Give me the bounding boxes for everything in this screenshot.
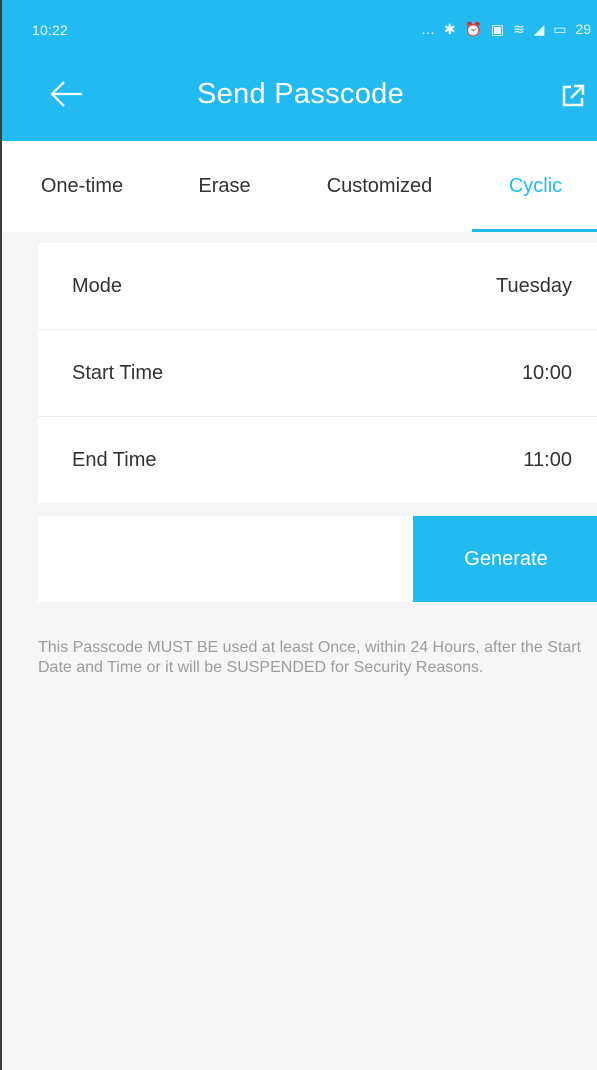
tab-erase[interactable]: Erase [162,141,287,232]
mode-label: Mode [72,274,123,297]
tab-label: Erase [198,175,251,197]
bluetooth-icon: ✱ [443,21,456,37]
start-time-value: 10:00 [521,361,572,384]
battery-icon: ▭ [553,21,567,37]
tab-label: Cyclic [508,175,563,197]
tab-label: One-time [40,175,124,197]
page-title: Send Passcode [196,78,405,110]
mode-row[interactable]: Mode Tuesday [38,243,597,330]
start-time-label: Start Time [72,361,164,384]
passcode-notice: This Passcode MUST BE used at least Once… [38,639,582,676]
battery-level: 29 [575,21,591,37]
end-time-label: End Time [72,448,157,471]
status-bar: 10:22 … ✱ ⏰ ▣ ≋ ◢ ▭ 29 [2,0,597,44]
more-icon: … [421,21,436,37]
tab-cyclic[interactable]: Cyclic [472,141,597,232]
passcode-type-tabs: One-time Erase Customized Cyclic [2,141,597,232]
app-header: 10:22 … ✱ ⏰ ▣ ≋ ◢ ▭ 29 Send Passcode [2,0,597,141]
alarm-icon: ⏰ [464,21,482,37]
share-icon [562,84,585,107]
phone-screen: 10:22 … ✱ ⏰ ▣ ≋ ◢ ▭ 29 Send Passcode One… [0,0,597,1070]
end-time-value: 11:00 [523,448,572,471]
active-tab-indicator [472,229,597,232]
cyclic-settings-list: Mode Tuesday Start Time 10:00 End Time 1… [38,243,597,503]
start-time-row[interactable]: Start Time 10:00 [38,330,597,417]
end-time-row[interactable]: End Time 11:00 [38,417,597,503]
signal-icon: ◢ [533,21,545,37]
gallery-icon: ▣ [490,21,505,37]
tab-customized[interactable]: Customized [287,141,472,232]
tab-label: Customized [326,175,433,197]
mode-value: Tuesday [496,274,572,297]
wifi-icon: ≋ [513,21,525,37]
generate-button[interactable]: Generate [413,516,597,602]
status-icons: … ✱ ⏰ ▣ ≋ ◢ ▭ 29 [416,21,591,38]
tab-one-time[interactable]: One-time [2,141,162,232]
status-time: 10:22 [32,22,69,38]
share-button[interactable] [553,76,593,116]
